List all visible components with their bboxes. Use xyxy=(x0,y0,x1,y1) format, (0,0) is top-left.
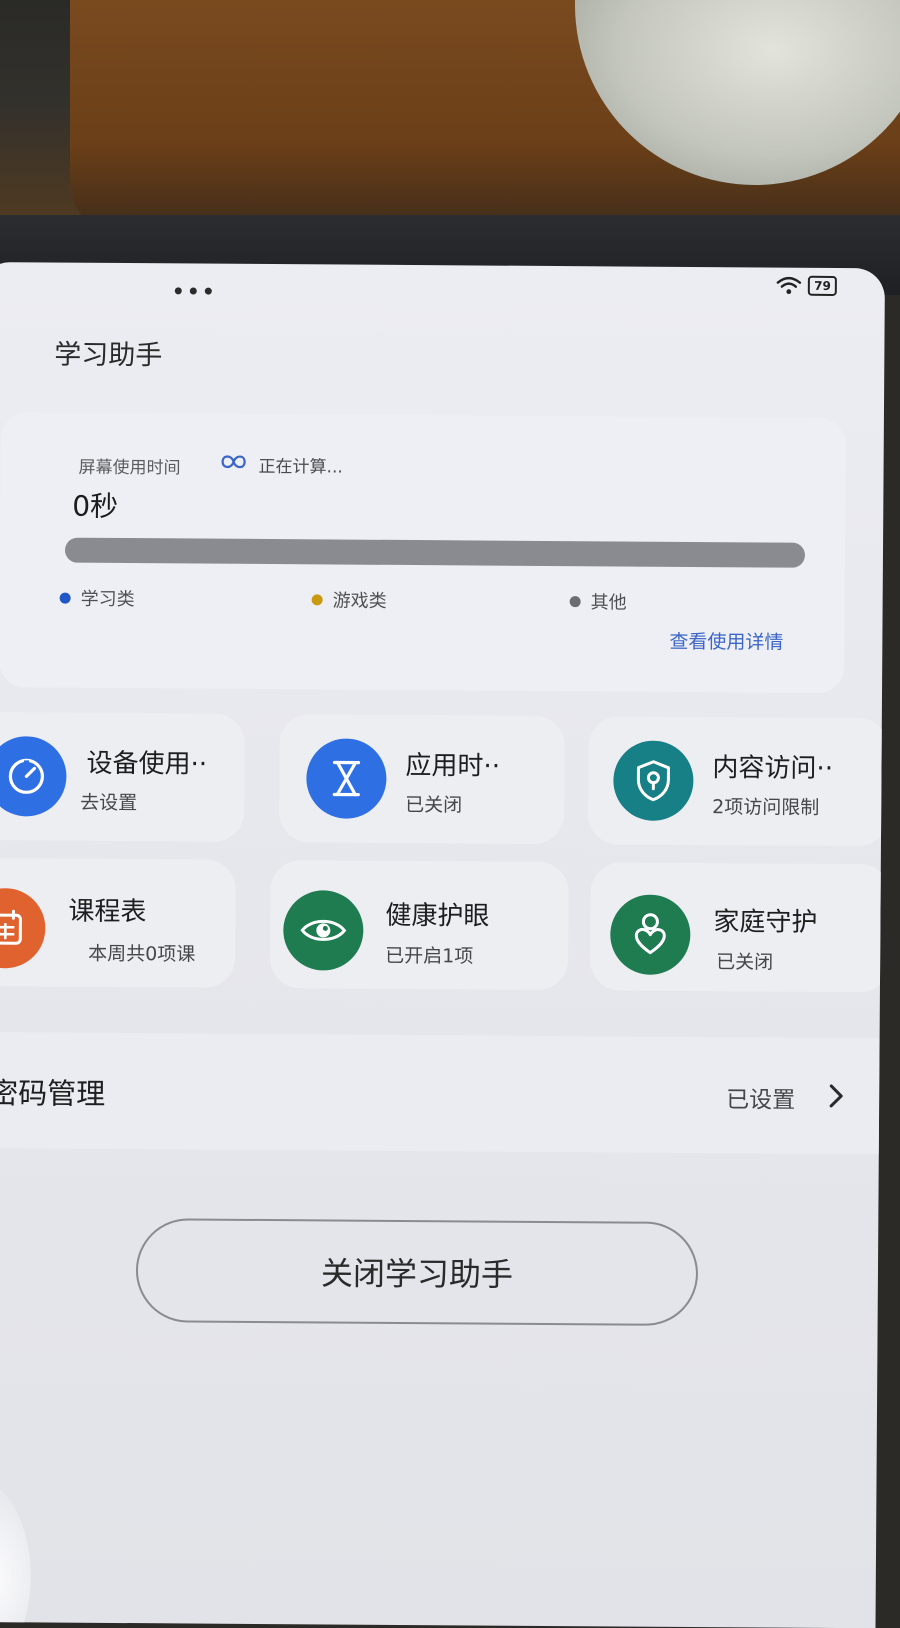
legend-dot-study xyxy=(60,592,71,603)
tile-subtitle: 已关闭 xyxy=(405,790,462,817)
tile-subtitle: 已开启1项 xyxy=(385,941,473,969)
status-bar: 79 xyxy=(776,276,837,296)
tile-title: 内容访问·· xyxy=(712,747,833,785)
tile-title: 应用时·· xyxy=(405,745,500,783)
chevron-right-icon xyxy=(824,1082,848,1110)
legend-label-other: 其他 xyxy=(591,588,627,614)
page-title: 学习助手 xyxy=(54,333,162,373)
calculating-status: 正在计算... xyxy=(259,452,343,478)
password-management-row[interactable]: 密码管理 已设置 xyxy=(0,1032,880,1154)
tile-subtitle: 已关闭 xyxy=(716,947,773,974)
tablet-screen: 79 学习助手 屏幕使用时间 正在计算... 0秒 学习类 游戏类 其他 查看使… xyxy=(0,262,885,1628)
tile-title: 设备使用·· xyxy=(86,743,207,781)
password-management-label: 密码管理 xyxy=(0,1070,105,1113)
screen-time-card[interactable]: 屏幕使用时间 正在计算... 0秒 学习类 游戏类 其他 查看使用详情 xyxy=(0,412,846,693)
timer-icon xyxy=(0,736,67,817)
finger-glare xyxy=(0,1477,32,1628)
close-study-assistant-button[interactable]: 关闭学习助手 xyxy=(136,1218,699,1326)
wifi-icon xyxy=(776,276,802,296)
tile-family-guard[interactable]: 家庭守护 已关闭 xyxy=(590,862,885,992)
tile-course-schedule[interactable]: 课程表 本周共0项课 xyxy=(0,858,236,988)
legend-label-game: 游戏类 xyxy=(333,586,387,612)
multitask-dots[interactable] xyxy=(175,287,212,294)
battery-indicator: 79 xyxy=(808,276,837,296)
legend-dot-game xyxy=(312,594,323,605)
screen-time-label: 屏幕使用时间 xyxy=(78,453,180,479)
view-usage-details-link[interactable]: 查看使用详情 xyxy=(669,627,783,655)
tile-device-usage[interactable]: 设备使用·· 去设置 xyxy=(0,712,245,842)
legend-study: 学习类 xyxy=(60,585,135,612)
legend-dot-other xyxy=(570,596,581,607)
usage-progress-bar xyxy=(65,538,805,568)
screen-time-value: 0秒 xyxy=(72,485,118,525)
eye-icon xyxy=(283,890,364,971)
tile-subtitle: 2项访问限制 xyxy=(712,792,819,820)
tile-subtitle: 去设置 xyxy=(80,788,137,815)
legend-game: 游戏类 xyxy=(312,586,387,613)
shield-lock-icon xyxy=(613,740,694,821)
tile-title: 健康护眼 xyxy=(385,895,489,933)
tile-subtitle: 本周共0项课 xyxy=(88,939,195,967)
hourglass-icon xyxy=(306,738,387,819)
tile-app-time[interactable]: 应用时·· 已关闭 xyxy=(279,714,565,844)
calendar-icon xyxy=(0,888,46,969)
legend-other: 其他 xyxy=(570,588,627,614)
tile-content-access[interactable]: 内容访问·· 2项访问限制 xyxy=(588,716,885,846)
password-status: 已设置 xyxy=(726,1080,795,1114)
legend-label-study: 学习类 xyxy=(81,585,135,611)
loading-infinity-icon xyxy=(219,452,249,472)
tile-title: 课程表 xyxy=(68,891,146,929)
tile-title: 家庭守护 xyxy=(713,901,817,939)
family-heart-icon xyxy=(610,894,691,975)
tile-eye-care[interactable]: 健康护眼 已开启1项 xyxy=(270,860,569,990)
